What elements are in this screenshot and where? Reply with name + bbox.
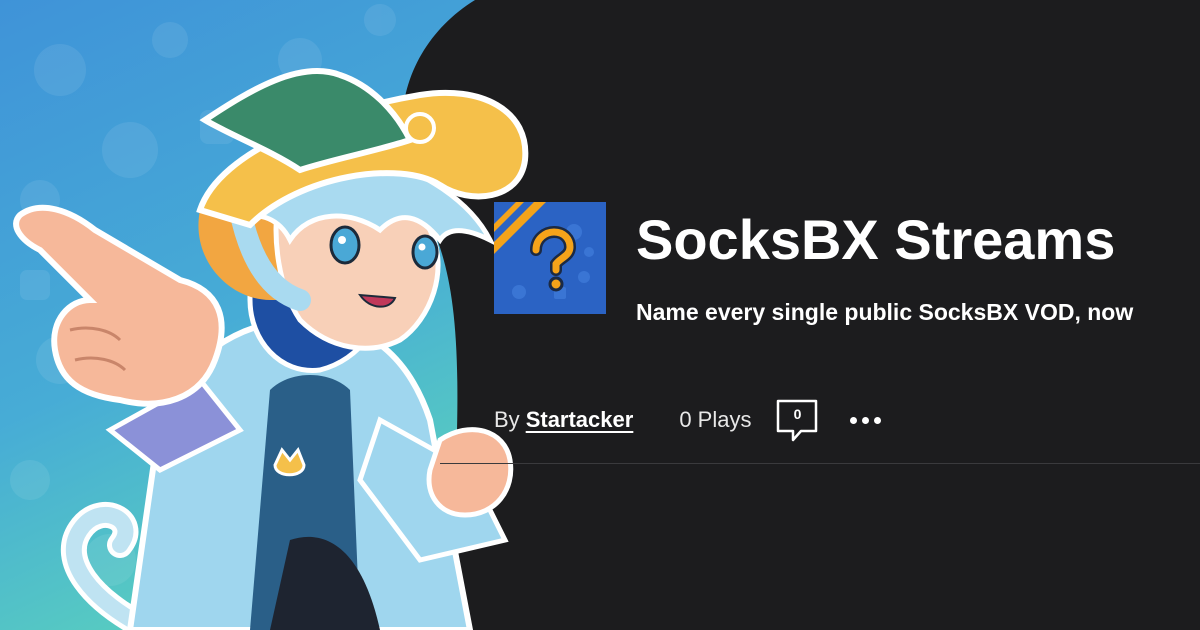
by-label: By [494, 407, 520, 432]
quiz-description: Name every single public SocksBX VOD, no… [636, 299, 1134, 325]
more-options-button[interactable] [845, 405, 885, 435]
comment-count: 0 [793, 406, 802, 422]
divider [440, 463, 1200, 464]
quiz-meta-row: By Startacker 0 Plays 0 [494, 398, 885, 442]
quiz-thumbnail[interactable] [494, 202, 606, 314]
quiz-title: SocksBX Streams [636, 208, 1116, 271]
plays-count: 0 Plays [679, 407, 752, 432]
comments-button[interactable]: 0 [775, 398, 819, 442]
ellipsis-icon [849, 416, 857, 424]
author-link[interactable]: Startacker [526, 407, 634, 433]
